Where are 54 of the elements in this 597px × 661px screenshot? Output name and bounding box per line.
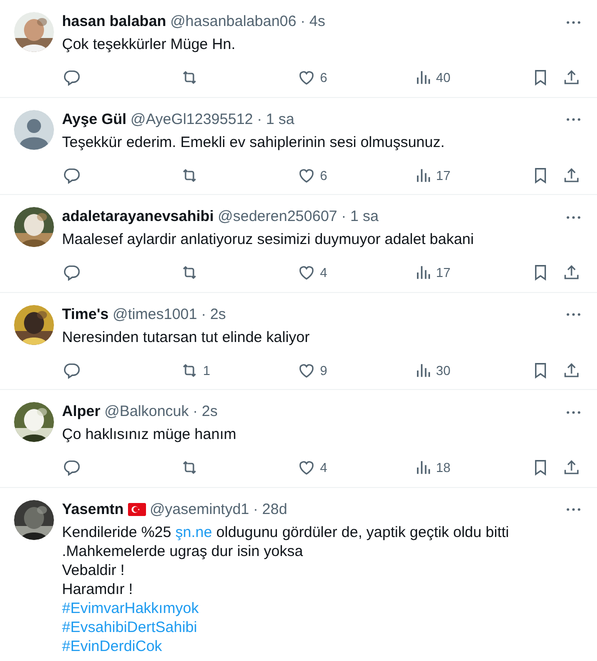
separator-dot: · [192,402,198,422]
share-icon[interactable] [562,166,581,185]
timestamp-link[interactable]: 28d [262,500,288,520]
separator-dot: · [201,304,206,324]
avatar-icon[interactable] [14,110,54,150]
count-label: 17 [436,166,450,184]
author-name[interactable]: Ayşe Gül [62,110,126,130]
count-label: 1 [203,362,210,380]
author-handle[interactable]: @Balkoncuk [104,402,189,422]
author-handle[interactable]: @sederen250607 [218,207,338,227]
count-label: 17 [436,264,450,282]
separator-dot: · [253,500,258,520]
author-handle[interactable]: @times1001 [112,304,198,324]
author-name[interactable]: adaletarayanevsahibi [62,207,214,227]
timestamp-link[interactable]: 2s [210,304,226,324]
count-label: 6 [320,166,328,184]
share-icon[interactable] [562,360,581,380]
tweet-text: Maalesef aylardir anlatiyoruz sesimizi duymuyor adalet bakani [62,230,475,250]
like-icon[interactable] [297,458,316,478]
timestamp-link[interactable]: 4s [309,12,326,32]
author-handle[interactable]: @AyeGl12395512 [130,110,254,130]
timestamp-link[interactable]: 1 sa [350,207,379,227]
count-label: 6 [320,69,328,87]
count-label: 9 [320,362,328,380]
tweet-text: Ço haklısınız müge hanım [62,425,238,445]
tweet-text: Vebaldir ! [62,560,126,580]
author-handle[interactable]: @yasemintyd1 [150,500,250,520]
author-name[interactable]: Alper [62,402,100,422]
separator-dot: · [257,110,262,130]
tweet-text: Haramdır ! [62,580,134,598]
author-name[interactable]: Yasemtn [62,500,124,520]
like-icon[interactable] [297,263,316,282]
reply-icon[interactable] [62,68,81,88]
author-name[interactable]: Time's [62,304,109,324]
reply-icon[interactable] [62,263,81,282]
author-handle[interactable]: @hasanbalaban06 [170,12,296,32]
author-name[interactable]: hasan balaban [62,12,166,32]
separator-dot: · [341,207,346,227]
reply-icon[interactable] [62,166,81,185]
reply-icon[interactable] [62,458,81,478]
separator-dot: · [300,12,306,32]
like-icon[interactable] [297,68,316,88]
tweet-text: Çok teşekkürler Müge Hn. [62,35,236,55]
count-label: 40 [436,69,450,87]
timestamp-link[interactable]: 2s [202,402,218,422]
count-label: 4 [320,264,328,282]
reply-icon[interactable] [62,360,81,380]
timestamp-link[interactable]: 1 sa [266,110,294,130]
tweet-text: Teşekkür ederim. Emekli ev sahiplerinin sesi olmuşsunuz. [62,132,446,152]
count-label: 4 [320,459,328,477]
count-label: 18 [436,459,450,477]
tweet-text: Neresinden tutarsan tut elinde kaliyor [62,328,311,348]
tweet-text: Kendileride %25 şn.ne oldugunu gördüler de, yaptik geçtik oldu bitti .Mahkemelerde ugraş dur isin yoksa [62,522,510,560]
count-label: 30 [436,362,450,380]
